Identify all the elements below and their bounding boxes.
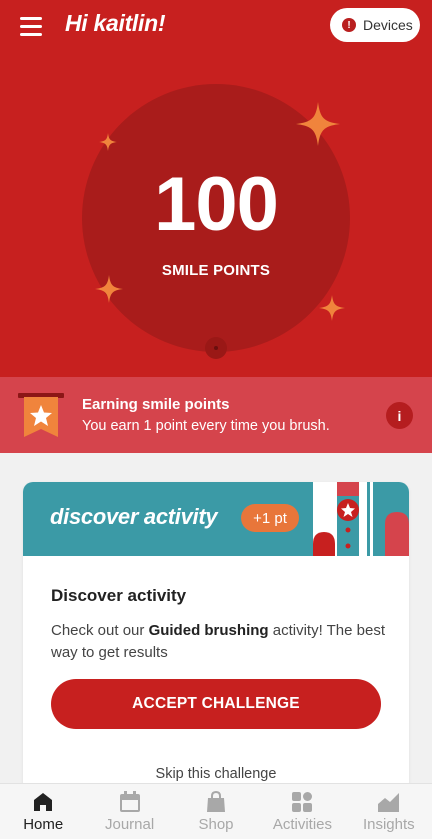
activity-card: discover activity +1 pt Discover activit… (23, 482, 409, 792)
skip-challenge-link[interactable]: Skip this challenge (23, 766, 409, 782)
tab-label: Insights (362, 816, 415, 833)
banner-title: discover activity (50, 504, 218, 529)
tab-insights[interactable]: Insights (346, 784, 432, 839)
toothbrush-illustration (313, 482, 409, 556)
tab-label: Shop (198, 816, 234, 833)
alert-icon: ! (342, 18, 356, 32)
shopping-bag-icon (207, 791, 226, 812)
smile-points-label: SMILE POINTS (161, 262, 271, 279)
bottom-tab-bar: Home Journal Shop Activities Insights (0, 783, 432, 839)
points-pill: +1 pt (241, 504, 299, 532)
sparkle-icon (319, 295, 345, 321)
activity-banner: discover activity +1 pt (23, 482, 409, 556)
sparkle-icon (99, 133, 117, 151)
guided-brushing-text: Guided brushing (148, 622, 269, 639)
chart-icon (377, 793, 399, 812)
tab-label: Activities (272, 816, 333, 833)
sparkle-icon (296, 102, 340, 146)
devices-label: Devices (363, 17, 413, 33)
star-badge-icon (18, 393, 64, 437)
calendar-icon (119, 791, 140, 812)
tab-shop[interactable]: Shop (173, 784, 259, 839)
home-icon (34, 793, 53, 811)
info-icon[interactable]: i (386, 402, 413, 429)
accept-challenge-button[interactable]: ACCEPT CHALLENGE (51, 679, 381, 729)
sparkle-icon (95, 275, 123, 303)
tab-label: Journal (105, 816, 155, 833)
grid-icon (292, 792, 313, 812)
menu-icon[interactable] (20, 15, 44, 37)
tab-journal[interactable]: Journal (86, 784, 172, 839)
tab-activities[interactable]: Activities (259, 784, 345, 839)
activity-heading: Discover activity (51, 586, 187, 605)
smile-points-value: 100 (154, 162, 279, 247)
tab-label: Home (23, 816, 64, 833)
hero-section: Hi kaitlin! ! Devices 100 SMILE POINTS (0, 0, 432, 377)
info-text: You earn 1 point every time you brush. (82, 418, 330, 434)
greeting-title: Hi kaitlin! (65, 10, 166, 36)
page-indicator-dot (205, 337, 227, 359)
tab-home[interactable]: Home (0, 784, 86, 839)
devices-button[interactable]: ! Devices (330, 8, 420, 42)
info-title: Earning smile points (82, 396, 230, 413)
activity-description: Check out our Guided brushing activity! … (51, 622, 386, 661)
